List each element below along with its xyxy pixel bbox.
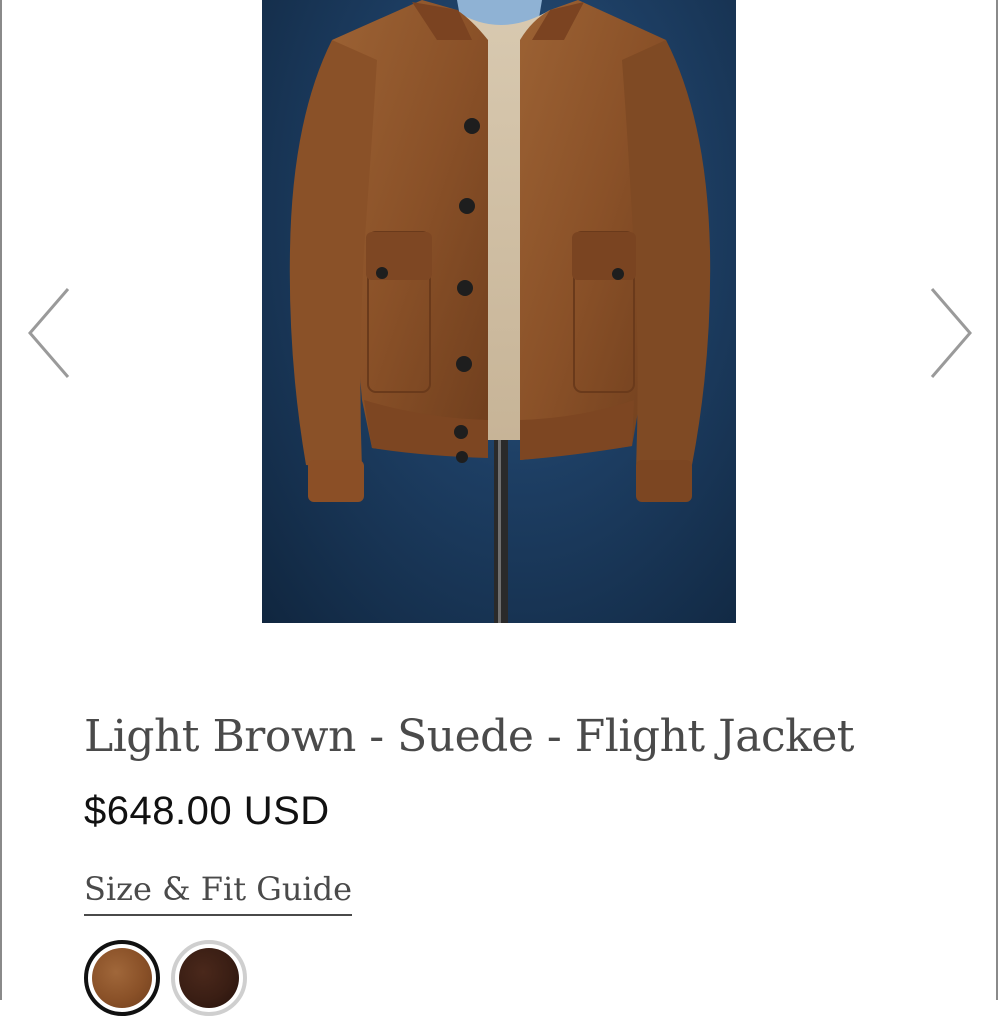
swatch-color — [179, 948, 239, 1008]
product-image — [262, 0, 736, 623]
swatch-dark-brown[interactable] — [171, 940, 247, 1016]
product-price: $648.00 USD — [84, 789, 330, 833]
product-image-gallery — [0, 0, 1000, 625]
chevron-left-icon[interactable] — [22, 285, 72, 385]
product-title: Light Brown - Suede - Flight Jacket — [84, 711, 854, 762]
swatch-color — [92, 948, 152, 1008]
swatch-light-brown[interactable] — [84, 940, 160, 1016]
color-swatches — [84, 940, 384, 1020]
size-fit-guide-link[interactable]: Size & Fit Guide — [84, 864, 353, 916]
chevron-right-icon[interactable] — [928, 285, 978, 385]
